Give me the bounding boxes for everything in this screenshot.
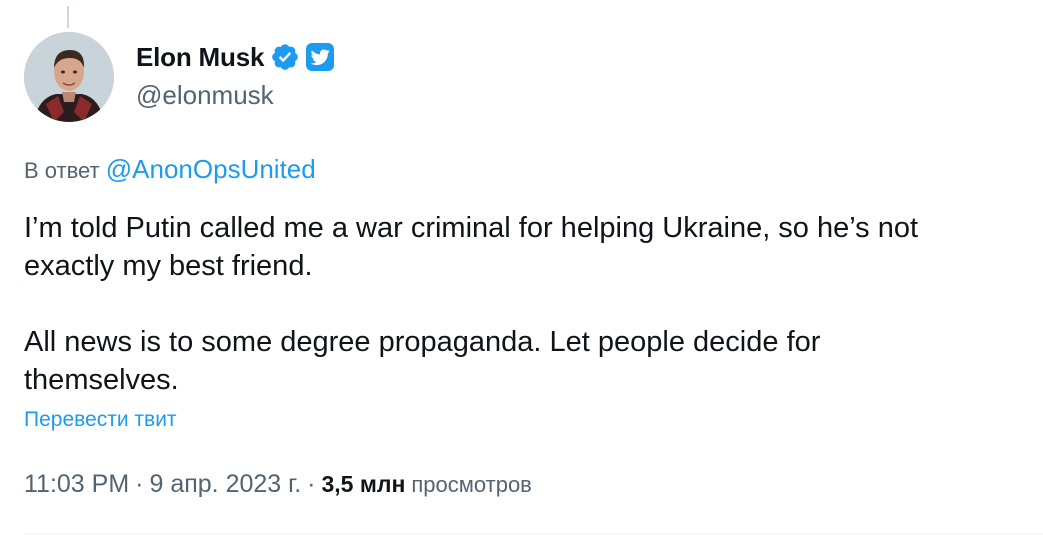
thread-connector-line bbox=[67, 6, 69, 28]
tweet-metadata: 11:03 PM · 9 апр. 2023 г. · 3,5 млн прос… bbox=[24, 470, 532, 499]
views-count[interactable]: 3,5 млн bbox=[321, 471, 405, 498]
translate-tweet-link[interactable]: Перевести твит bbox=[24, 408, 177, 432]
author-handle[interactable]: @elonmusk bbox=[136, 80, 334, 111]
reply-prefix: В ответ bbox=[24, 158, 100, 183]
verified-badge-icon bbox=[270, 42, 300, 72]
tweet-author-header: Elon Musk @elonmusk bbox=[24, 32, 335, 124]
tweet-time[interactable]: 11:03 PM bbox=[24, 470, 129, 499]
author-names: Elon Musk @elonmusk bbox=[136, 32, 335, 111]
separator-dot: · bbox=[307, 470, 316, 498]
reply-to-line: В ответ @AnonOpsUnited bbox=[24, 154, 316, 185]
twitter-bird-icon bbox=[306, 43, 335, 71]
tweet-date[interactable]: 9 апр. 2023 г. bbox=[149, 470, 301, 499]
display-name[interactable]: Elon Musk bbox=[136, 42, 264, 73]
avatar-image bbox=[24, 32, 114, 122]
name-row: Elon Musk bbox=[136, 40, 335, 74]
avatar[interactable] bbox=[24, 32, 114, 122]
divider bbox=[24, 533, 1043, 534]
views-label: просмотров bbox=[411, 472, 532, 497]
separator-dot: · bbox=[135, 470, 144, 498]
tweet-text: I’m told Putin called me a war criminal … bbox=[24, 212, 919, 396]
reply-mention-link[interactable]: @AnonOpsUnited bbox=[106, 154, 316, 184]
